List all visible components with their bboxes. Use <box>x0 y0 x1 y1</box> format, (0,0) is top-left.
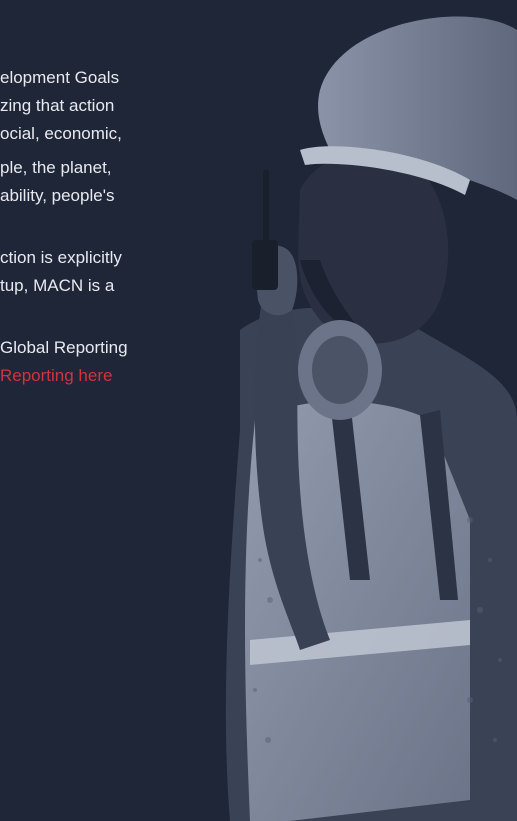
paragraph-line: Global Reporting <box>0 338 128 357</box>
reporting-link[interactable]: Reporting here <box>0 366 112 385</box>
paragraph-2: ple, the planet, ability, people's <box>0 154 300 210</box>
paragraph-line: Reporting here <box>0 362 112 390</box>
paragraph-3: ction is explicitly tup, MACN is a <box>0 244 300 300</box>
body-text: elopment Goals zing that action ocial, e… <box>0 64 300 396</box>
paragraph-line: ocial, economic, <box>0 124 122 143</box>
paragraph-line: ability, people's <box>0 186 115 205</box>
paragraph-line: tup, MACN is a <box>0 276 115 295</box>
paragraph-line: elopment Goals <box>0 68 120 87</box>
page: elopment Goals zing that action ocial, e… <box>0 0 517 821</box>
paragraph-line: ple, the planet, <box>0 158 112 177</box>
paragraph-line: zing that action <box>0 96 115 115</box>
paragraph-line: ction is explicitly <box>0 248 122 267</box>
paragraph-1: elopment Goals zing that action ocial, e… <box>0 64 300 148</box>
paragraph-4: Global Reporting Reporting here <box>0 334 300 390</box>
